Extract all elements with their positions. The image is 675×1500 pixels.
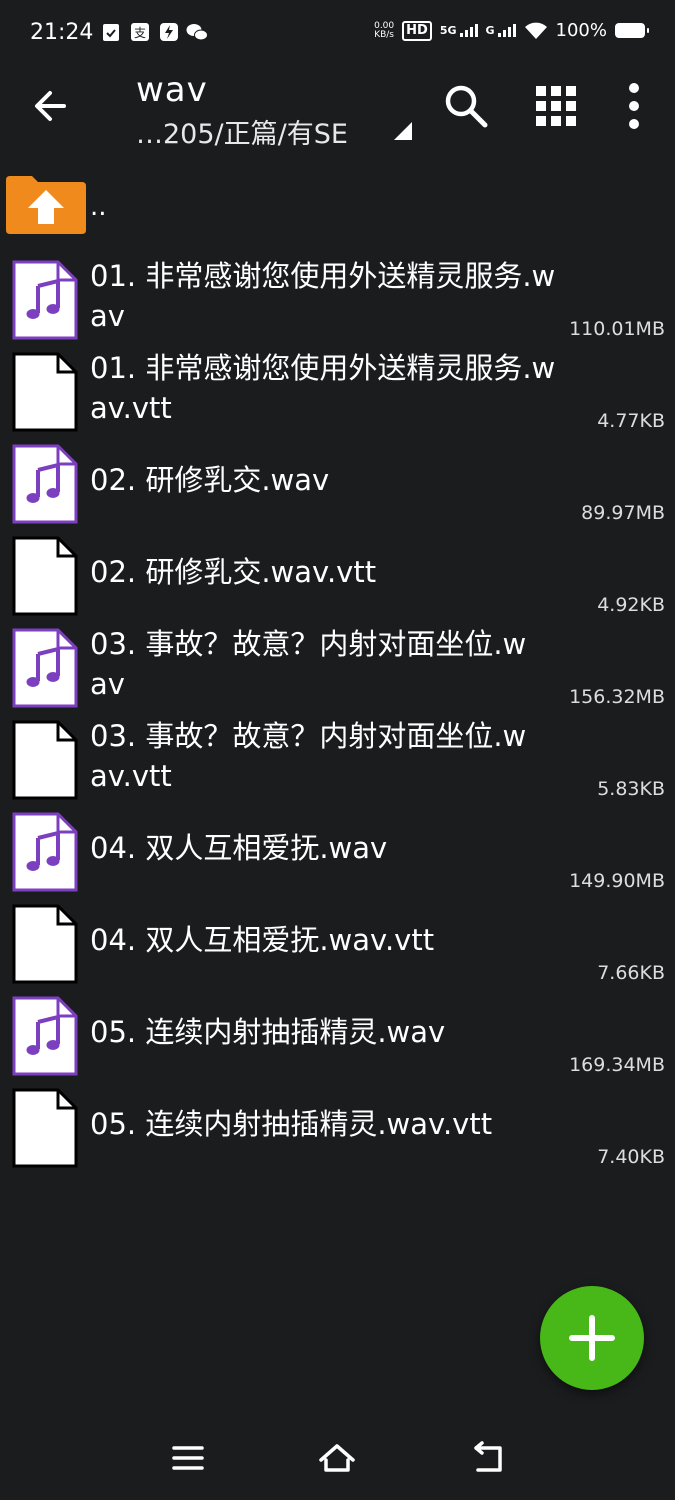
back-nav-icon[interactable]: [468, 1440, 508, 1476]
flash-app-icon: [160, 23, 178, 41]
status-time: 21:24: [30, 20, 94, 45]
file-size: 89.97MB: [581, 502, 665, 524]
audio-file-icon: [12, 260, 78, 340]
battery-icon: [615, 23, 649, 38]
file-name: 04. 双人互相爱抚.wav.vtt: [90, 923, 435, 957]
file-size: 110.01MB: [569, 318, 665, 340]
caret-down-icon[interactable]: [392, 120, 414, 142]
grid-view-icon[interactable]: [530, 80, 582, 132]
menu-icon[interactable]: [168, 1440, 208, 1476]
search-icon[interactable]: [440, 80, 492, 132]
file-row[interactable]: 03. 事故？故意？内射对面坐位.wav.vtt 5.83KB: [0, 710, 675, 802]
add-button[interactable]: [540, 1286, 644, 1390]
file-size: 4.92KB: [597, 594, 665, 616]
file-size: 156.32MB: [569, 686, 665, 708]
file-name: 02. 研修乳交.wav: [90, 463, 330, 497]
file-row[interactable]: 01. 非常感谢您使用外送精灵服务.wav.vtt 4.77KB: [0, 342, 675, 434]
file-name: 04. 双人互相爱抚.wav: [90, 831, 388, 865]
file-size: 7.40KB: [597, 1146, 665, 1168]
file-row[interactable]: 01. 非常感谢您使用外送精灵服务.wav 110.01MB: [0, 250, 675, 342]
folder-up-icon: [6, 176, 86, 234]
document-file-icon: [12, 1088, 78, 1168]
file-row[interactable]: 04. 双人互相爱抚.wav 149.90MB: [0, 802, 675, 894]
svg-text:支: 支: [134, 26, 146, 40]
audio-file-icon: [12, 628, 78, 708]
status-bar: 21:24 支 0.00 KB/s HD 5G G 100%: [0, 0, 675, 68]
hd-icon: HD: [402, 20, 432, 41]
audio-file-icon: [12, 996, 78, 1076]
more-options-icon[interactable]: [608, 80, 660, 132]
file-name: 01. 非常感谢您使用外送精灵服务.wav.vtt: [90, 351, 556, 425]
file-name: 05. 连续内射抽插精灵.wav: [90, 1015, 446, 1049]
toolbar: wav …205/正篇/有SE: [0, 68, 675, 160]
file-size: 169.34MB: [569, 1054, 665, 1076]
file-size: 7.66KB: [597, 962, 665, 984]
home-icon[interactable]: [317, 1440, 357, 1476]
file-name: 03. 事故？故意？内射对面坐位.wav: [90, 627, 527, 701]
file-row[interactable]: 02. 研修乳交.wav.vtt 4.92KB: [0, 526, 675, 618]
audio-file-icon: [12, 812, 78, 892]
file-row[interactable]: 04. 双人互相爱抚.wav.vtt 7.66KB: [0, 894, 675, 986]
signal-g-icon: G: [486, 24, 516, 37]
document-file-icon: [12, 720, 78, 800]
wechat-icon: [186, 24, 208, 41]
wifi-icon: [524, 22, 547, 39]
file-row[interactable]: 05. 连续内射抽插精灵.wav.vtt 7.40KB: [0, 1078, 675, 1170]
document-file-icon: [12, 352, 78, 432]
file-size: 149.90MB: [569, 870, 665, 892]
back-arrow-icon[interactable]: [30, 84, 80, 128]
file-name: 02. 研修乳交.wav.vtt: [90, 555, 377, 589]
file-name: 03. 事故？故意？内射对面坐位.wav.vtt: [90, 719, 527, 793]
file-size: 4.77KB: [597, 410, 665, 432]
signal-5g-icon: 5G: [440, 24, 478, 37]
file-size: 5.83KB: [597, 778, 665, 800]
plus-icon: [569, 1315, 615, 1361]
clipboard-check-icon: [103, 24, 119, 41]
file-name: 01. 非常感谢您使用外送精灵服务.wav: [90, 259, 556, 333]
system-nav-bar: [0, 1418, 675, 1500]
audio-file-icon: [12, 444, 78, 524]
file-name: 05. 连续内射抽插精灵.wav.vtt: [90, 1107, 493, 1141]
file-row[interactable]: 05. 连续内射抽插精灵.wav 169.34MB: [0, 986, 675, 1078]
folder-title: wav: [136, 70, 208, 110]
path-breadcrumb[interactable]: …205/正篇/有SE: [136, 112, 348, 151]
parent-folder-row[interactable]: ..: [0, 170, 675, 240]
alipay-icon: 支: [131, 23, 149, 41]
file-row[interactable]: 02. 研修乳交.wav 89.97MB: [0, 434, 675, 526]
document-file-icon: [12, 536, 78, 616]
file-row[interactable]: 03. 事故？故意？内射对面坐位.wav 156.32MB: [0, 618, 675, 710]
parent-folder-label: ..: [90, 192, 107, 222]
battery-percent: 100%: [555, 20, 607, 41]
document-file-icon: [12, 904, 78, 984]
network-speed: 0.00 KB/s: [374, 20, 395, 40]
